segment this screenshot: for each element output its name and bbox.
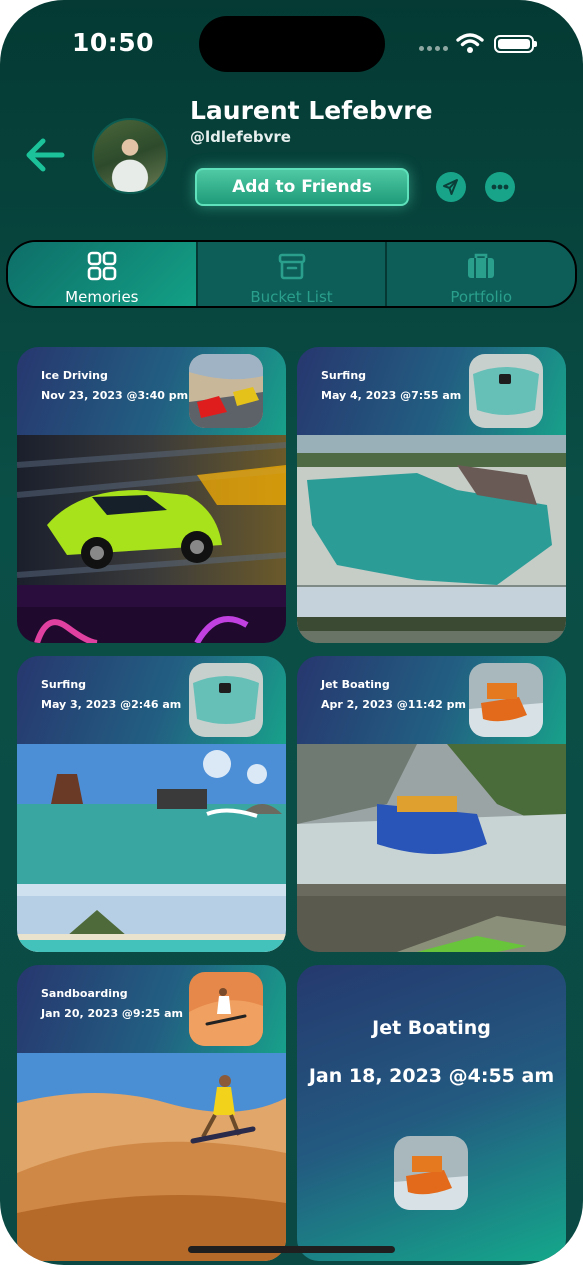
memory-date: Nov 23, 2023 @3:40 pm bbox=[41, 389, 189, 402]
memory-date: May 4, 2023 @7:55 am bbox=[321, 389, 462, 402]
memory-title: Jet Boating bbox=[372, 1017, 491, 1039]
memory-date: Jan 18, 2023 @4:55 am bbox=[308, 1065, 555, 1087]
add-to-friends-button[interactable]: Add to Friends bbox=[195, 168, 409, 206]
battery-icon bbox=[494, 35, 537, 53]
memory-title: Surfing bbox=[41, 678, 87, 691]
more-options-button[interactable] bbox=[485, 172, 515, 202]
profile-tabs: Memories Bucket List Portfolio bbox=[6, 240, 577, 308]
dynamic-island bbox=[199, 16, 385, 72]
tab-label: Bucket List bbox=[250, 288, 333, 306]
wave-pool-photo bbox=[297, 435, 566, 607]
sand-dune-photo bbox=[17, 1053, 286, 1261]
memory-date: Apr 2, 2023 @11:42 pm bbox=[321, 698, 466, 711]
wave-pool-surf-photo bbox=[17, 744, 286, 916]
memory-title: Surfing bbox=[321, 369, 367, 382]
race-car-photo bbox=[17, 435, 286, 607]
memory-thumbnail bbox=[189, 663, 263, 737]
status-time: 10:50 bbox=[72, 28, 155, 57]
home-indicator[interactable] bbox=[188, 1246, 395, 1253]
signal-icon bbox=[419, 46, 448, 51]
memory-thumbnail bbox=[189, 354, 263, 428]
memory-title: Jet Boating bbox=[321, 678, 390, 691]
profile-handle: @ldlefebvre bbox=[190, 128, 291, 146]
memory-date: May 3, 2023 @2:46 am bbox=[41, 698, 182, 711]
tab-portfolio[interactable]: Portfolio bbox=[385, 242, 575, 306]
memory-title: Ice Driving bbox=[41, 369, 108, 382]
tab-memories[interactable]: Memories bbox=[8, 242, 196, 306]
ellipsis-icon bbox=[491, 184, 509, 190]
jet-boat-photo-2 bbox=[297, 896, 566, 952]
grid-icon bbox=[87, 251, 117, 281]
memory-card[interactable]: Sandboarding Jan 20, 2023 @9:25 am bbox=[17, 965, 286, 1261]
memory-card-featured[interactable]: Jet Boating Jan 18, 2023 @4:55 am bbox=[297, 965, 566, 1261]
shoreline-photo bbox=[297, 587, 566, 643]
avatar[interactable] bbox=[92, 118, 168, 194]
memory-thumbnail bbox=[469, 663, 543, 737]
profile-name: Laurent Lefebvre bbox=[190, 96, 433, 125]
back-arrow-icon[interactable] bbox=[24, 136, 66, 174]
archive-box-icon bbox=[278, 253, 305, 280]
neon-lights-photo bbox=[17, 607, 286, 643]
memory-card[interactable]: Jet Boating Apr 2, 2023 @11:42 pm bbox=[297, 656, 566, 952]
beach-mountain-photo bbox=[17, 896, 286, 952]
briefcase-icon bbox=[468, 253, 495, 278]
jet-boat-photo bbox=[297, 744, 566, 916]
memory-thumbnail bbox=[189, 972, 263, 1046]
memory-title: Sandboarding bbox=[41, 987, 128, 1000]
send-message-button[interactable] bbox=[436, 172, 466, 202]
tab-label: Memories bbox=[65, 288, 139, 306]
tab-bucket-list[interactable]: Bucket List bbox=[195, 242, 386, 306]
memory-card[interactable]: Ice Driving Nov 23, 2023 @3:40 pm bbox=[17, 347, 286, 643]
tab-label: Portfolio bbox=[450, 288, 513, 306]
wifi-icon bbox=[456, 33, 484, 53]
app-screen: 10:50 Laurent Lefebvre @ldlefebvre Add t… bbox=[0, 0, 583, 1265]
memory-date: Jan 20, 2023 @9:25 am bbox=[41, 1007, 184, 1020]
memory-thumbnail bbox=[469, 354, 543, 428]
memory-thumbnail bbox=[394, 1136, 468, 1210]
memory-card[interactable]: Surfing May 3, 2023 @2:46 am bbox=[17, 656, 286, 952]
memory-card[interactable]: Surfing May 4, 2023 @7:55 am bbox=[297, 347, 566, 643]
paper-plane-icon bbox=[443, 179, 458, 195]
